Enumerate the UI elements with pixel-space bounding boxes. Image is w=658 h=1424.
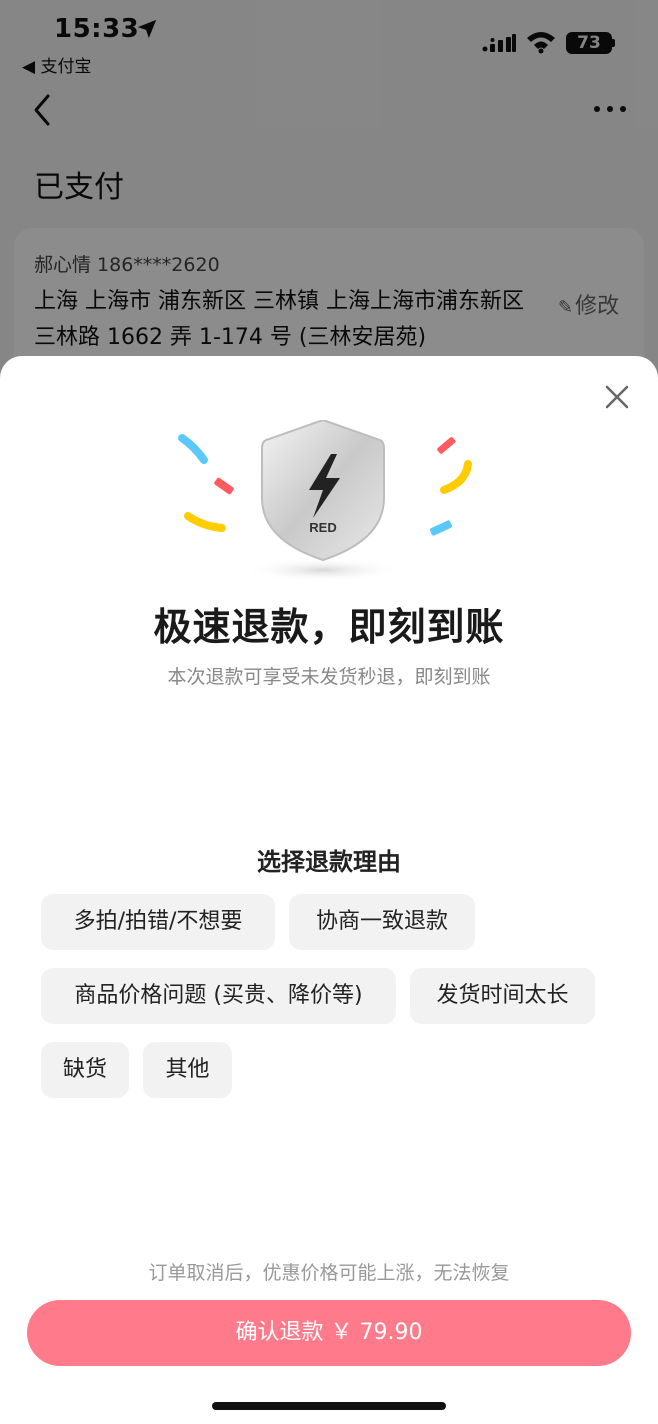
sheet-subline: 本次退款可享受未发货秒退，即刻到账 — [167, 666, 491, 688]
home-indicator — [212, 1402, 446, 1410]
shield-lightning-icon: RED — [178, 420, 472, 582]
sheet-headline: 极速退款，即刻到账 — [153, 605, 505, 649]
reason-chip[interactable]: 商品价格问题 (买贵、降价等) — [41, 968, 396, 1024]
reason-chip[interactable]: 其他 — [143, 1042, 232, 1098]
reason-chip[interactable]: 发货时间太长 — [410, 968, 595, 1024]
cancel-note: 订单取消后，优惠价格可能上涨，无法恢复 — [148, 1262, 510, 1284]
reason-chip[interactable]: 协商一致退款 — [289, 894, 475, 950]
shield-badge-text: RED — [309, 520, 336, 535]
reason-chip[interactable]: 多拍/拍错/不想要 — [41, 894, 275, 950]
reason-chip[interactable]: 缺货 — [41, 1042, 129, 1098]
close-icon[interactable] — [600, 380, 634, 414]
confirm-refund-button[interactable]: 确认退款 ￥ 79.90 — [27, 1300, 631, 1366]
reason-title: 选择退款理由 — [257, 848, 401, 876]
refund-sheet: RED 极速退款，即刻到账 本次退款可享受未发货秒退，即刻到账 选择退款理由 多… — [0, 356, 658, 1424]
